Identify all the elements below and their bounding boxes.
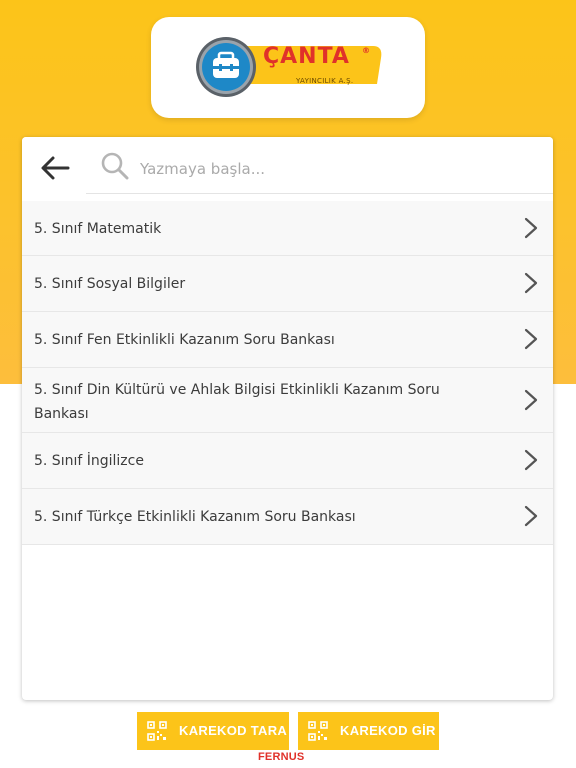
list-item-label: 5. Sınıf Matematik [34,221,162,237]
search-underline [86,193,553,194]
content-panel: 5. Sınıf Matematik 5. Sınıf Sosyal Bilgi… [22,137,553,700]
list-item-label: 5. Sınıf Sosyal Bilgiler [34,276,186,292]
developer-credit: FERNUS [258,751,305,763]
qr-code-icon [147,721,167,741]
scan-qr-button[interactable]: KAREKOD TARA [137,712,289,750]
scan-qr-label: KAREKOD TARA [179,723,288,738]
enter-qr-button[interactable]: KAREKOD GİR [298,712,439,750]
arrow-left-icon [41,156,70,180]
list-item-label: 5. Sınıf Türkçe Etkinlikli Kazanım Soru … [34,509,356,525]
list-item[interactable]: 5. Sınıf Sosyal Bilgiler [22,256,553,312]
list-item[interactable]: 5. Sınıf Matematik [22,201,553,256]
search-input[interactable] [140,155,520,183]
chevron-right-icon [524,505,538,527]
list-item[interactable]: 5. Sınıf Din Kültürü ve Ahlak Bilgisi Et… [22,368,553,433]
list-item-label: 5. Sınıf Din Kültürü ve Ahlak Bilgisi Et… [34,382,440,422]
chevron-right-icon [524,389,538,411]
qr-code-icon [308,721,328,741]
chevron-right-icon [524,272,538,294]
chevron-right-icon [524,449,538,471]
search-bar [22,137,553,199]
back-button[interactable] [38,151,72,185]
enter-qr-label: KAREKOD GİR [340,723,436,738]
chevron-right-icon [524,328,538,350]
chevron-right-icon [524,217,538,239]
list-item-label: 5. Sınıf İngilizce [34,453,144,469]
search-icon [100,151,130,181]
logo-card: ÇANTA ® YAYINCILIK A.Ş. [151,17,425,118]
logo-registered-mark: ® [362,46,370,55]
subject-list: 5. Sınıf Matematik 5. Sınıf Sosyal Bilgi… [22,201,553,545]
list-item[interactable]: 5. Sınıf Fen Etkinlikli Kazanım Soru Ban… [22,312,553,368]
brand-logo: ÇANTA ® YAYINCILIK A.Ş. [195,36,385,98]
list-item[interactable]: 5. Sınıf Türkçe Etkinlikli Kazanım Soru … [22,489,553,545]
logo-subtitle: YAYINCILIK A.Ş. [296,77,354,85]
list-item-label: 5. Sınıf Fen Etkinlikli Kazanım Soru Ban… [34,332,335,348]
list-item[interactable]: 5. Sınıf İngilizce [22,433,553,489]
logo-title: ÇANTA [263,44,350,69]
